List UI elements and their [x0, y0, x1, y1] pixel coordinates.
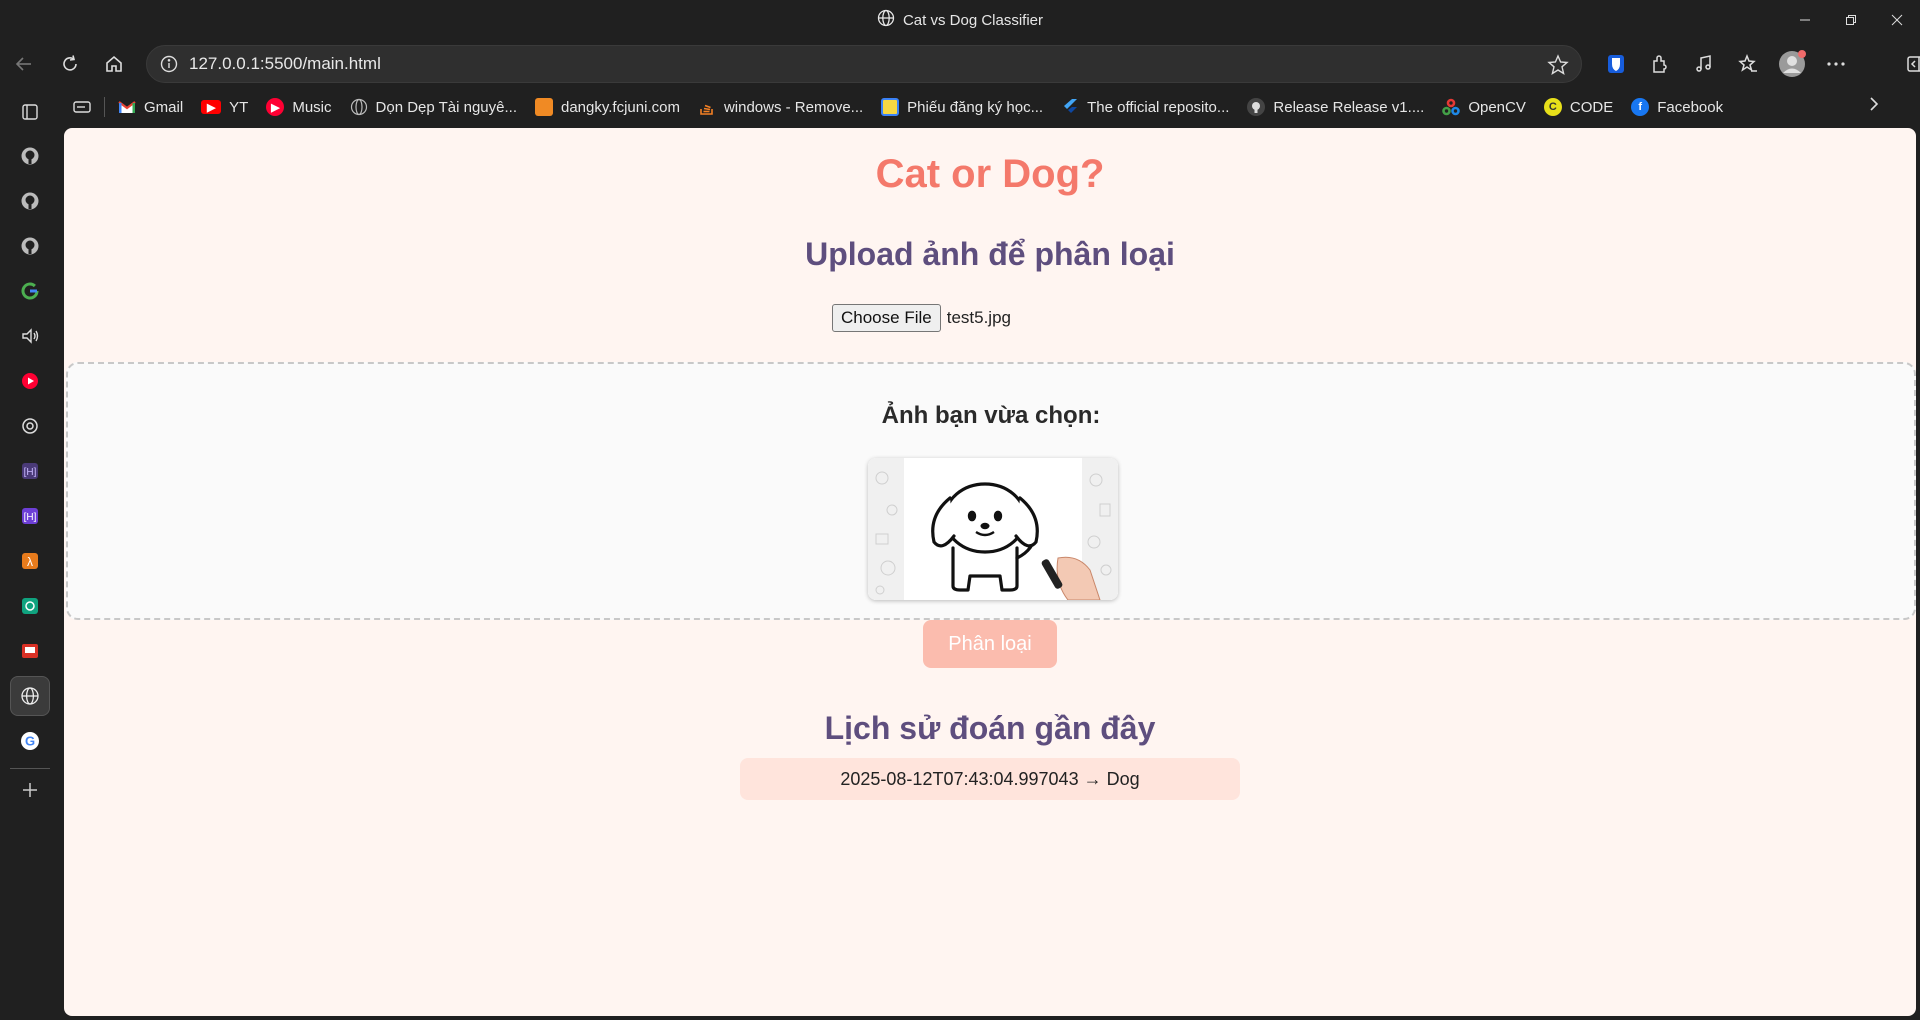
page-title: Cat or Dog?	[875, 152, 1105, 196]
bookmark-label: Phiếu đăng ký học...	[907, 98, 1044, 116]
app-icon[interactable]: [H]	[10, 496, 50, 536]
github-icon[interactable]	[10, 226, 50, 266]
vertical-tabs-sidebar: [H] [H] λ G	[0, 88, 60, 1020]
add-tab-icon[interactable]	[10, 770, 50, 810]
stackoverflow-icon	[698, 98, 716, 116]
youtube-music-icon[interactable]	[10, 361, 50, 401]
svg-text:[H]: [H]	[24, 512, 37, 523]
bookmark-label: OpenCV	[1468, 98, 1526, 116]
title-bar: Cat vs Dog Classifier	[0, 0, 1920, 40]
sidebar-toggle-icon[interactable]	[1898, 46, 1920, 82]
bookmark-official-repo[interactable]: The official reposito...	[1052, 92, 1238, 122]
preview-image	[868, 458, 1118, 600]
favorites-icon[interactable]	[1730, 46, 1766, 82]
restore-icon[interactable]	[1828, 0, 1874, 40]
bookmark-music[interactable]: ▶ Music	[257, 92, 340, 122]
bitwarden-icon[interactable]	[1598, 46, 1634, 82]
profile-avatar[interactable]	[1774, 46, 1810, 82]
chevron-right-icon[interactable]	[1864, 94, 1884, 118]
github-icon[interactable]	[10, 181, 50, 221]
slides-icon[interactable]	[10, 631, 50, 671]
opencv-icon	[1442, 98, 1461, 116]
preview-title: Ảnh bạn vừa chọn:	[881, 402, 1101, 429]
refresh-icon[interactable]	[52, 46, 88, 82]
youtube-music-icon: ▶	[266, 98, 285, 116]
globe-icon	[877, 9, 895, 31]
more-options-icon[interactable]	[1818, 46, 1854, 82]
bookmark-label: Facebook	[1657, 98, 1724, 116]
bookmark-facebook[interactable]: f Facebook	[1622, 92, 1732, 122]
bookmark-yt[interactable]: ▶ YT	[192, 92, 257, 122]
address-bar[interactable]: 127.0.0.1:5500/main.html	[146, 45, 1582, 83]
bookmark-windows[interactable]: windows - Remove...	[689, 92, 872, 122]
favorite-star-icon[interactable]	[1547, 54, 1569, 81]
toolbar-extensions	[1598, 46, 1920, 82]
form-icon	[881, 98, 900, 116]
close-icon[interactable]	[1874, 0, 1920, 40]
home-icon[interactable]	[96, 46, 132, 82]
file-input[interactable]: Choose File test5.jpg	[832, 304, 1011, 332]
tab-actions-icon[interactable]	[10, 92, 50, 132]
chatgpt-icon[interactable]	[10, 406, 50, 446]
app-icon[interactable]: [H]	[10, 451, 50, 491]
bookmark-dangky[interactable]: dangky.fcjuni.com	[526, 92, 689, 122]
bookmark-label: Release Release v1....	[1273, 98, 1425, 116]
bookmarks-bar: Gmail ▶ YT ▶ Music Dọn Dẹp Tài nguyê... …	[64, 88, 1920, 126]
bookmark-separator	[104, 97, 105, 117]
bookmark-label: dangky.fcjuni.com	[561, 98, 680, 116]
github-icon	[1247, 98, 1266, 116]
code-icon: C	[1543, 98, 1562, 116]
page-content: Cat or Dog? Upload ảnh để phân loại Choo…	[64, 128, 1916, 1016]
bookmark-opencv[interactable]: OpenCV	[1433, 92, 1535, 122]
file-name: test5.jpg	[946, 308, 1011, 327]
cube-icon	[535, 98, 553, 116]
bookmark-phieu-dang-ky[interactable]: Phiếu đăng ký học...	[872, 92, 1052, 122]
google-icon[interactable]	[10, 271, 50, 311]
openai-icon[interactable]	[10, 586, 50, 626]
upload-heading: Upload ảnh để phân loại	[805, 236, 1175, 272]
svg-text:G: G	[25, 734, 35, 749]
bookmark-label: Dọn Dẹp Tài nguyê...	[375, 98, 517, 116]
svg-text:[H]: [H]	[24, 467, 37, 478]
lambda-icon[interactable]: λ	[10, 541, 50, 581]
bookmark-label: Gmail	[144, 98, 184, 116]
site-info-icon[interactable]	[159, 54, 179, 79]
bookmark-label: windows - Remove...	[723, 98, 864, 116]
url-text[interactable]: 127.0.0.1:5500/main.html	[189, 46, 381, 82]
bookmark-folder-icon[interactable]	[64, 92, 100, 122]
bookmark-release[interactable]: Release Release v1....	[1238, 92, 1433, 122]
flutter-icon	[1061, 98, 1079, 116]
sidebar-divider	[10, 768, 50, 769]
bookmark-code[interactable]: C CODE	[1535, 92, 1622, 122]
media-control-icon[interactable]	[1686, 46, 1722, 82]
bookmark-label: YT	[229, 98, 249, 116]
bookmark-label: The official reposito...	[1087, 98, 1230, 116]
gmail-icon	[118, 98, 136, 116]
choose-file-button[interactable]: Choose File	[832, 304, 941, 332]
bookmark-gmail[interactable]: Gmail	[109, 92, 192, 122]
github-icon[interactable]	[10, 136, 50, 176]
classify-button[interactable]: Phân loại	[923, 620, 1057, 668]
history-heading: Lịch sử đoán gần đây	[824, 710, 1156, 746]
history-item: 2025-08-12T07:43:04.997043 → Dog	[740, 758, 1240, 800]
minimize-icon[interactable]	[1782, 0, 1828, 40]
browser-toolbar: 127.0.0.1:5500/main.html	[0, 40, 1920, 88]
window-controls	[1782, 0, 1920, 40]
bookmark-label: Music	[292, 98, 332, 116]
extensions-icon[interactable]	[1642, 46, 1678, 82]
youtube-icon: ▶	[201, 100, 222, 114]
window-title: Cat vs Dog Classifier	[902, 11, 1044, 29]
back-icon[interactable]	[6, 46, 42, 82]
speaker-icon[interactable]	[10, 316, 50, 356]
svg-text:λ: λ	[27, 555, 33, 569]
preview-container: Ảnh bạn vừa chọn:	[66, 362, 1916, 620]
google-icon[interactable]: G	[10, 721, 50, 761]
bookmark-don-dep[interactable]: Dọn Dẹp Tài nguyê...	[341, 92, 526, 122]
bookmark-label: CODE	[1569, 98, 1614, 116]
facebook-icon: f	[1631, 98, 1650, 116]
globe-icon	[350, 98, 368, 116]
window-title-area: Cat vs Dog Classifier	[0, 0, 1920, 40]
globe-icon[interactable]	[10, 676, 50, 716]
